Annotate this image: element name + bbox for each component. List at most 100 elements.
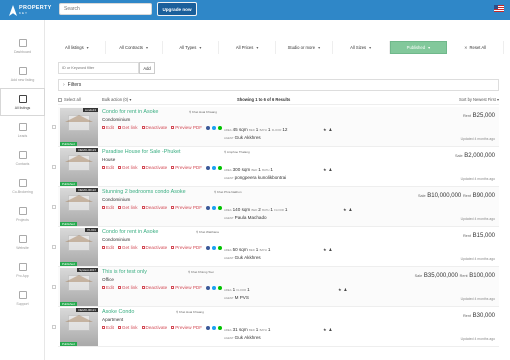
filter-studio-or-more[interactable]: Studio or more ▾ bbox=[276, 41, 333, 54]
get-link-button[interactable]: Get link bbox=[117, 245, 138, 250]
line-icon[interactable] bbox=[218, 125, 223, 130]
select-all-checkbox[interactable] bbox=[58, 97, 62, 102]
row-checkbox[interactable] bbox=[52, 245, 56, 249]
facebook-icon[interactable] bbox=[206, 205, 211, 210]
listing-thumbnail[interactable]: DEMO-00122 Published bbox=[60, 188, 98, 226]
facebook-icon[interactable] bbox=[206, 325, 211, 330]
filter-all-prices[interactable]: All Prices ▾ bbox=[219, 41, 276, 54]
edit-button[interactable]: Edit bbox=[102, 285, 114, 290]
sort-dropdown[interactable]: Sort by Newest First ▾ bbox=[459, 97, 499, 102]
deactivate-button[interactable]: Deactivate bbox=[141, 205, 168, 210]
us-flag-icon[interactable] bbox=[494, 5, 504, 12]
listing-title[interactable]: Paradise House for Sale -Phuket bbox=[102, 149, 181, 155]
facebook-icon[interactable] bbox=[206, 165, 211, 170]
twitter-icon[interactable] bbox=[212, 285, 217, 290]
sidebar-item-support[interactable]: Support bbox=[0, 284, 45, 312]
filter-all-types[interactable]: All Types ▾ bbox=[163, 41, 220, 54]
spec-label: AREA bbox=[224, 328, 232, 332]
row-checkbox[interactable] bbox=[52, 165, 56, 169]
facebook-icon[interactable] bbox=[206, 285, 211, 290]
edit-button[interactable]: Edit bbox=[102, 325, 114, 330]
twitter-icon[interactable] bbox=[212, 245, 217, 250]
listing-thumbnail[interactable]: Systest-2017 Published bbox=[60, 268, 98, 306]
filter-all-contracts[interactable]: All Contracts ▾ bbox=[106, 41, 163, 54]
table-row[interactable]: PLX01 Published Condo for rent in Asoke ⚲ K… bbox=[52, 227, 499, 267]
listing-title[interactable]: Condo for rent in Asoke bbox=[102, 229, 158, 235]
sidebar-item-add-new-listing[interactable]: Add new listing bbox=[0, 60, 45, 88]
add-listing-icon bbox=[18, 66, 27, 75]
sidebar-item-projects[interactable]: Projects bbox=[0, 200, 45, 228]
line-icon[interactable] bbox=[218, 205, 223, 210]
listing-title[interactable]: This is for test only bbox=[102, 269, 147, 275]
get-link-button[interactable]: Get link bbox=[117, 205, 138, 210]
listing-thumbnail[interactable]: condo13 Published bbox=[60, 108, 98, 146]
table-row[interactable]: condo13 Published Condo for rent in Asoke ⚲… bbox=[52, 107, 499, 147]
sidebar-item-all-listings[interactable]: All listings bbox=[0, 88, 45, 116]
listing-title[interactable]: Stunning 2 bedrooms condo Asoke bbox=[102, 189, 186, 195]
row-checkbox[interactable] bbox=[52, 325, 56, 329]
listing-thumbnail[interactable]: PLX01 Published bbox=[60, 228, 98, 266]
edit-button[interactable]: Edit bbox=[102, 125, 114, 130]
preview-pdf-button-label: Preview PDF bbox=[175, 205, 203, 210]
search-input[interactable] bbox=[59, 3, 152, 15]
get-link-button[interactable]: Get link bbox=[117, 285, 138, 290]
twitter-icon[interactable] bbox=[212, 325, 217, 330]
logo[interactable]: PROPERTY KEY bbox=[9, 4, 52, 17]
sidebar-item-website[interactable]: Website bbox=[0, 228, 45, 256]
row-checkbox[interactable] bbox=[52, 285, 56, 289]
facebook-icon[interactable] bbox=[206, 125, 211, 130]
filters-panel[interactable]: › Filters bbox=[58, 79, 499, 91]
bulk-action-dropdown[interactable]: Bulk action (0) ▾ bbox=[102, 97, 131, 102]
sidebar-item-dashboard[interactable]: Dashboard bbox=[0, 32, 45, 60]
listing-thumbnail[interactable]: DEMO-00123 Published bbox=[60, 148, 98, 186]
deactivate-button[interactable]: Deactivate bbox=[141, 125, 167, 130]
get-link-button[interactable]: Get link bbox=[117, 325, 138, 330]
line-icon[interactable] bbox=[218, 245, 223, 250]
line-icon[interactable] bbox=[218, 165, 223, 170]
row-checkbox[interactable] bbox=[52, 205, 56, 209]
twitter-icon[interactable] bbox=[212, 205, 217, 210]
get-link-button[interactable]: Get link bbox=[117, 125, 138, 130]
line-icon[interactable] bbox=[218, 285, 223, 290]
facebook-icon[interactable] bbox=[206, 245, 211, 250]
caret-down-icon: ▾ bbox=[256, 45, 259, 50]
keyword-filter-input[interactable] bbox=[58, 62, 139, 74]
deactivate-button[interactable]: Deactivate bbox=[141, 325, 167, 330]
table-row[interactable]: DEMO-00123 Published Paradise House for Sa… bbox=[52, 147, 499, 187]
edit-button[interactable]: Edit bbox=[102, 165, 114, 170]
get-link-button[interactable]: Get link bbox=[117, 165, 138, 170]
preview-pdf-button[interactable]: Preview PDF bbox=[171, 325, 202, 330]
deactivate-button[interactable]: Deactivate bbox=[141, 165, 167, 170]
twitter-icon[interactable] bbox=[212, 125, 217, 130]
preview-pdf-button[interactable]: Preview PDF bbox=[171, 205, 202, 210]
preview-pdf-button[interactable]: Preview PDF bbox=[171, 245, 202, 250]
line-icon[interactable] bbox=[218, 325, 223, 330]
filter-published[interactable]: Published ▾ bbox=[389, 41, 448, 54]
preview-pdf-button[interactable]: Preview PDF bbox=[171, 285, 202, 290]
listing-thumbnail[interactable]: DEMO-00121 Published bbox=[60, 308, 98, 346]
table-row[interactable]: Systest-2017 Published This is for test on… bbox=[52, 267, 499, 307]
edit-button[interactable]: Edit bbox=[102, 245, 114, 250]
sidebar-item-leads[interactable]: Leads bbox=[0, 116, 45, 144]
add-filter-button[interactable]: Add bbox=[139, 62, 155, 74]
deactivate-button[interactable]: Deactivate bbox=[141, 285, 167, 290]
row-checkbox[interactable] bbox=[52, 125, 56, 129]
sidebar-item-co-brokering[interactable]: Co-Brokering bbox=[0, 172, 45, 200]
listing-title[interactable]: Condo for rent in Asoke bbox=[102, 109, 158, 115]
select-all[interactable]: Select all bbox=[58, 97, 81, 102]
sidebar-item-pro-app[interactable]: Pro App bbox=[0, 256, 45, 284]
table-row[interactable]: DEMO-00122 Published Stunning 2 bedrooms c… bbox=[52, 187, 499, 227]
twitter-icon[interactable] bbox=[212, 165, 217, 170]
edit-button[interactable]: Edit bbox=[102, 205, 114, 210]
deactivate-button-label: Deactivate bbox=[145, 205, 168, 210]
filter-all-listings[interactable]: All listings ▾ bbox=[49, 41, 106, 54]
listing-title[interactable]: Asoke Condo bbox=[102, 309, 134, 315]
filter-all-sizes[interactable]: All Sizes ▾ bbox=[333, 41, 390, 54]
upgrade-button[interactable]: Upgrade now bbox=[157, 2, 197, 16]
filter-reset-all[interactable]: ✕ Reset All bbox=[447, 41, 504, 54]
preview-pdf-button[interactable]: Preview PDF bbox=[171, 165, 202, 170]
table-row[interactable]: DEMO-00121 Published Asoke Condo ⚲ Khet Hua… bbox=[52, 307, 499, 347]
deactivate-button[interactable]: Deactivate bbox=[141, 245, 167, 250]
sidebar-item-contacts[interactable]: Contacts bbox=[0, 144, 45, 172]
preview-pdf-button[interactable]: Preview PDF bbox=[171, 125, 202, 130]
